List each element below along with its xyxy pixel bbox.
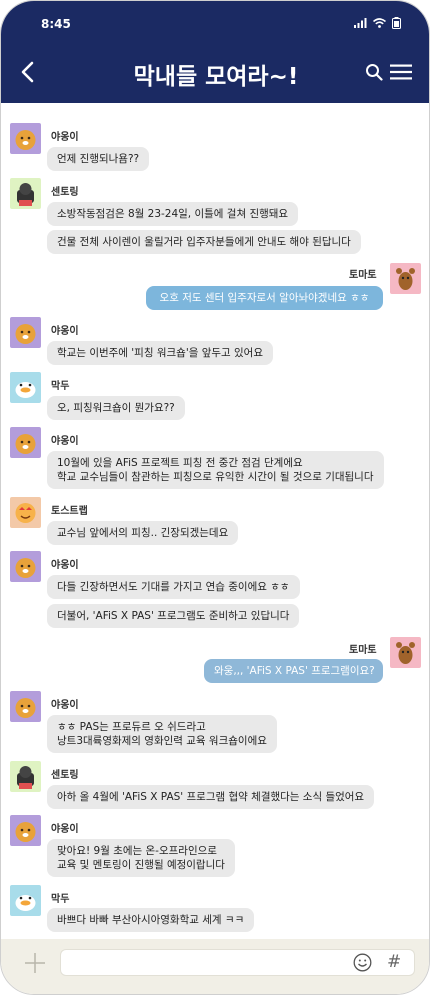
avatar-lion[interactable]	[10, 317, 41, 348]
status-icons	[354, 17, 401, 29]
message-bubble[interactable]: ㅎㅎ PAS는 프로듀르 오 쉬드라고 낭트3대륙영화제의 영화인력 교육 워크…	[47, 715, 277, 753]
sender-name: 막두	[51, 381, 70, 392]
message-bubble[interactable]: 소방작동점검은 8월 23-24일, 이틀에 걸쳐 진행돼요	[47, 202, 299, 226]
avatar-lion[interactable]	[10, 427, 41, 458]
avatar-tomato[interactable]	[390, 263, 421, 294]
avatar-lion[interactable]	[10, 123, 41, 154]
avatar-toastlab[interactable]	[10, 497, 41, 528]
sender-name: 야옹이	[51, 700, 79, 711]
status-time: 8:45	[41, 17, 71, 31]
sender-name: 야옹이	[51, 326, 79, 337]
phone-frame: 8:45 막내들 모여라~! 야옹이 언제 진행되나욤?? 센토링 소방작동점검…	[0, 0, 430, 995]
sender-name: 토스트랩	[51, 506, 88, 517]
message-text: 소방작동점검은 8월 23-24일, 이틀에 걸쳐 진행돼요	[57, 208, 289, 220]
hamburger-menu-icon[interactable]	[390, 64, 412, 80]
message-text: 맞아요! 9월 초에는 온-오프라인으로	[57, 845, 217, 857]
message-text: ㅎㅎ PAS는 프로듀르 오 쉬드라고	[57, 721, 206, 733]
avatar-tomato[interactable]	[390, 637, 421, 668]
avatar-duck[interactable]	[10, 885, 41, 916]
avatar-lion[interactable]	[10, 551, 41, 582]
message-bubble[interactable]: 더불어, 'AFiS X PAS' 프로그램도 준비하고 있답니다	[47, 604, 300, 628]
message-bubble[interactable]: 아하 올 4월에 'AFiS X PAS' 프로그램 협약 체결했다는 소식 들…	[47, 785, 375, 809]
message-text: 아하 올 4월에 'AFiS X PAS' 프로그램 협약 체결했다는 소식 들…	[57, 791, 365, 803]
message-text: 낭트3대륙영화제의 영화인력 교육 워크숍이에요	[57, 735, 267, 747]
message-text: 다들 긴장하면서도 기대를 가지고 연습 중이에요 ㅎㅎ	[57, 581, 290, 593]
wifi-icon	[373, 18, 386, 28]
message-bubble[interactable]: 언제 진행되나욤??	[47, 147, 150, 171]
message-text: 언제 진행되나욤??	[57, 153, 140, 165]
avatar-duck[interactable]	[10, 372, 41, 403]
message-bubble[interactable]: 건물 전체 사이렌이 울릴거라 입주자분들에게 안내도 해야 된답니다	[47, 230, 361, 254]
message-text: 교육 및 멘토링이 진행될 예정이랍니다	[57, 859, 225, 871]
message-text: 더불어, 'AFiS X PAS' 프로그램도 준비하고 있답니다	[57, 610, 290, 622]
message-text: 10월에 있을 AFiS 프로젝트 피칭 전 중간 점검 단계에요	[57, 457, 303, 469]
sender-name: 토마토	[349, 645, 377, 656]
message-text: 와웅,,, 'AFiS X PAS' 프로그램이요?	[214, 665, 375, 677]
sender-name: 야옹이	[51, 436, 79, 447]
message-bubble[interactable]: 바쁘다 바빠 부산아시아영화학교 세계 ㅋㅋ	[47, 908, 255, 932]
sender-name: 토마토	[349, 270, 377, 281]
message-bubble[interactable]: 맞아요! 9월 초에는 온-오프라인으로 교육 및 멘토링이 진행될 예정이랍니…	[47, 839, 235, 877]
search-icon[interactable]	[365, 63, 383, 81]
message-text: 교수님 앞에서의 피칭.. 긴장되겠는데요	[57, 527, 229, 539]
message-text: 오, 피칭워크숍이 뭔가요??	[57, 402, 175, 414]
sender-name: 야옹이	[51, 824, 79, 835]
sender-name: 야옹이	[51, 560, 79, 571]
message-text: 건물 전체 사이렌이 울릴거라 입주자분들에게 안내도 해야 된답니다	[57, 236, 351, 248]
message-bubble[interactable]: 학교는 이번주에 '피칭 워크숍'을 앞두고 있어요	[47, 341, 274, 365]
avatar-sentoring[interactable]	[10, 178, 41, 209]
smiley-icon[interactable]	[353, 953, 372, 972]
battery-icon	[392, 17, 401, 29]
signal-icon	[354, 18, 367, 28]
sender-name: 센토링	[51, 187, 79, 198]
avatar-lion[interactable]	[10, 815, 41, 846]
hash-icon[interactable]: #	[387, 952, 401, 972]
message-bubble[interactable]: 다들 긴장하면서도 기대를 가지고 연습 중이에요 ㅎㅎ	[47, 575, 300, 599]
message-text: 학교는 이번주에 '피칭 워크숍'을 앞두고 있어요	[57, 347, 264, 359]
message-bubble[interactable]: 오, 피칭워크숍이 뭔가요??	[47, 396, 185, 420]
my-message-bubble[interactable]: 와웅,,, 'AFiS X PAS' 프로그램이요?	[204, 659, 383, 683]
message-text: 학교 교수님들이 참관하는 피칭으로 유익한 시간이 될 것으로 기대됩니다	[57, 471, 374, 483]
message-text: 바쁘다 바빠 부산아시아영화학교 세계 ㅋㅋ	[57, 914, 245, 926]
sender-name: 센토링	[51, 770, 79, 781]
plus-icon[interactable]	[23, 951, 47, 975]
message-bubble[interactable]: 10월에 있을 AFiS 프로젝트 피칭 전 중간 점검 단계에요 학교 교수님…	[47, 451, 384, 489]
sender-name: 막두	[51, 894, 70, 905]
avatar-lion[interactable]	[10, 691, 41, 722]
sender-name: 야옹이	[51, 132, 79, 143]
chat-header: 8:45 막내들 모여라~!	[1, 1, 429, 103]
my-message-bubble[interactable]: 오호 저도 센터 입주자로서 알아놔야겠네요 ㅎㅎ	[146, 286, 383, 310]
message-bubble[interactable]: 교수님 앞에서의 피칭.. 긴장되겠는데요	[47, 521, 239, 545]
avatar-sentoring[interactable]	[10, 761, 41, 792]
message-text: 오호 저도 센터 입주자로서 알아놔야겠네요 ㅎㅎ	[159, 292, 370, 304]
